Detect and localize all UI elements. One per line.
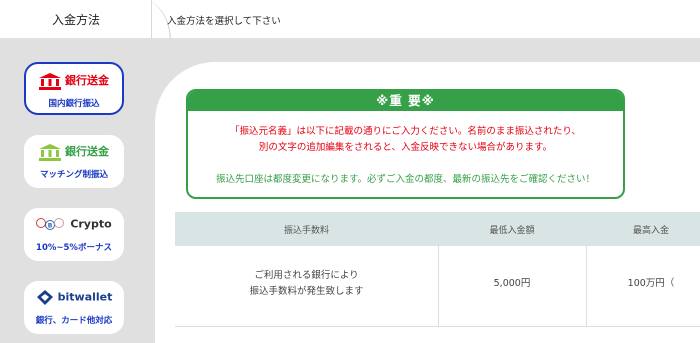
header-fee: 振込手数料 (283, 226, 329, 236)
bank-icon (39, 72, 61, 90)
notice-warning-line1: 「振込元名義」は以下に記載の通りにご入力ください。名前のまま振込されたり、 (230, 126, 581, 137)
cell-fee-line2: 振込手数料が発生致します (249, 286, 364, 297)
method-title: B Crypto (24, 216, 124, 233)
bitwallet-logo-icon (36, 290, 53, 305)
tab-deposit-method[interactable]: 入金方法 (0, 0, 152, 42)
header-max-deposit: 最高入金 (632, 226, 669, 236)
notice-info: 振込先口座は都度変更になります。必ずご入金の都度、最新の振込先をご確認ください！ (215, 174, 596, 185)
method-title: 銀行送金 (24, 143, 124, 161)
table-header-row: 振込手数料 最低入金額 最高入金 (175, 212, 700, 246)
method-crypto[interactable]: B Crypto 10%~5%ボーナス (24, 208, 124, 261)
method-title: 銀行送金 (26, 72, 122, 90)
fee-table: 振込手数料 最低入金額 最高入金 ご利用される銀行により 振込手数料が発生致しま… (175, 212, 700, 327)
notice-warning: 「振込元名義」は以下に記載の通りにご入力ください。名前のまま振込されたり、 別の… (196, 124, 615, 156)
cell-fee: ご利用される銀行により 振込手数料が発生致します (175, 268, 438, 300)
header-min-deposit: 最低入金額 (489, 226, 535, 236)
tab-label: 入金方法 (51, 13, 100, 27)
crypto-coins-icon: B (36, 218, 65, 230)
important-notice: ※重 要※ 「振込元名義」は以下に記載の通りにご入力ください。名前のまま振込され… (186, 89, 625, 199)
method-subtitle: マッチング制振込 (39, 170, 108, 180)
cell-max-deposit: 100万円（ (627, 278, 675, 289)
cell-min-deposit: 5,000円 (493, 278, 531, 289)
method-title: bitwallet (24, 289, 124, 306)
method-subtitle: 国内銀行振込 (48, 99, 100, 109)
method-bitwallet[interactable]: bitwallet 銀行、カード他対応 (24, 281, 124, 334)
bank-icon (39, 143, 61, 161)
method-sidebar: 銀行送金 国内銀行振込 銀行送金 マッチング制振込 B Crypto 10%~5… (0, 38, 155, 343)
method-bank-transfer[interactable]: 銀行送金 国内銀行振込 (24, 62, 124, 115)
instruction-text: 入金方法を選択して下さい (167, 16, 281, 27)
method-subtitle: 10%~5%ボーナス (36, 243, 112, 253)
method-subtitle: 銀行、カード他対応 (35, 316, 113, 326)
notice-warning-line2: 別の文字の追加編集をされると、入金反映できない場合があります。 (258, 142, 553, 153)
notice-title: ※重 要※ (188, 91, 623, 111)
top-bar: 入金方法 入金方法を選択して下さい (0, 0, 700, 42)
method-matching-transfer[interactable]: 銀行送金 マッチング制振込 (24, 135, 124, 188)
svg-text:B: B (48, 223, 53, 230)
cell-fee-line1: ご利用される銀行により (254, 270, 359, 281)
